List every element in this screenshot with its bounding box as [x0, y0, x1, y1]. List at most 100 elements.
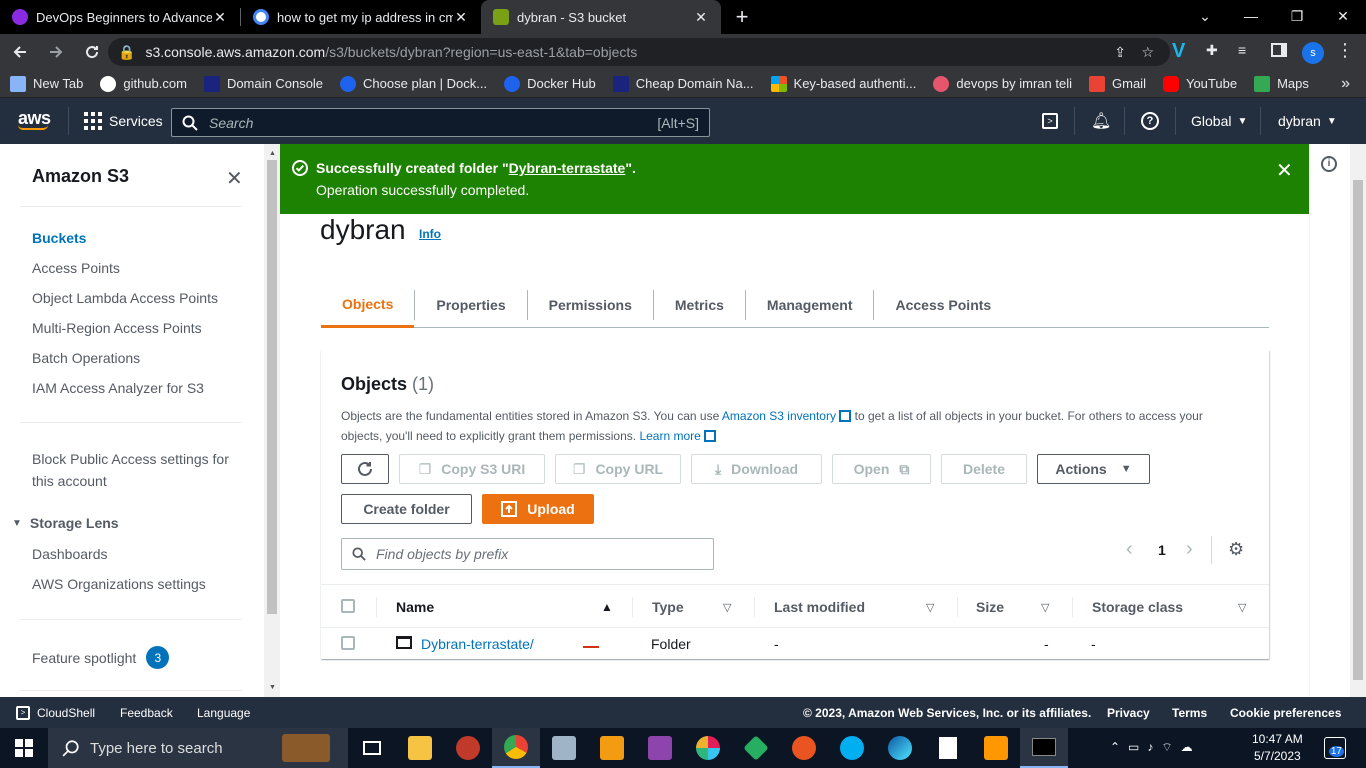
- sidebar-item-object-lambda[interactable]: Object Lambda Access Points: [32, 290, 218, 306]
- minimize-button[interactable]: —: [1228, 0, 1274, 32]
- find-objects-input[interactable]: Find objects by prefix: [341, 538, 714, 570]
- learn-more-link[interactable]: Learn more: [639, 429, 700, 443]
- actions-dropdown[interactable]: Actions ▼: [1037, 454, 1150, 484]
- page-number[interactable]: 1: [1158, 542, 1166, 558]
- sort-icon[interactable]: ▽: [723, 585, 731, 629]
- sidebar-item-batch-operations[interactable]: Batch Operations: [32, 350, 140, 366]
- column-header-type[interactable]: Type: [652, 585, 684, 629]
- reload-button[interactable]: [76, 36, 108, 68]
- chrome-button[interactable]: [492, 728, 540, 768]
- cookie-preferences-link[interactable]: Cookie preferences: [1230, 706, 1341, 720]
- column-header-last-modified[interactable]: Last modified: [774, 585, 865, 629]
- terms-link[interactable]: Terms: [1172, 706, 1207, 720]
- share-icon[interactable]: ⇪: [1114, 44, 1126, 61]
- sort-icon[interactable]: ▽: [926, 585, 934, 629]
- bookmark-gmail[interactable]: Gmail: [1089, 75, 1146, 92]
- services-menu[interactable]: Services: [84, 112, 163, 130]
- tab-access-points[interactable]: Access Points: [874, 290, 1012, 320]
- bell-icon[interactable]: 🔔︎: [1091, 111, 1111, 131]
- select-all-checkbox[interactable]: [341, 599, 355, 613]
- privacy-link[interactable]: Privacy: [1107, 706, 1150, 720]
- language-link[interactable]: Language: [197, 706, 250, 720]
- cloudshell-icon[interactable]: >: [1042, 113, 1058, 129]
- star-icon[interactable]: ☆: [1141, 44, 1154, 61]
- close-icon[interactable]: ✕: [693, 9, 709, 25]
- object-name-link[interactable]: Dybran-terrastate/: [421, 636, 534, 652]
- tab-properties[interactable]: Properties: [415, 290, 528, 320]
- bookmark-domain-console[interactable]: Domain Console: [203, 75, 323, 92]
- taskbar-search-box[interactable]: Type here to search: [48, 728, 348, 768]
- copy-s3-uri-button[interactable]: ❐ Copy S3 URI: [399, 454, 545, 484]
- back-button[interactable]: [4, 36, 36, 68]
- slack-button[interactable]: [684, 728, 732, 768]
- download-button[interactable]: ⤓ Download: [691, 454, 822, 484]
- forward-button[interactable]: [40, 36, 72, 68]
- app-button[interactable]: [636, 728, 684, 768]
- tab-permissions[interactable]: Permissions: [528, 290, 654, 320]
- close-window-button[interactable]: ✕: [1320, 0, 1366, 32]
- notification-center-button[interactable]: 17: [1324, 737, 1346, 759]
- restore-button[interactable]: ❐: [1274, 0, 1320, 32]
- menu-icon[interactable]: ⋮: [1336, 40, 1354, 61]
- aws-logo[interactable]: aws: [18, 108, 51, 130]
- flash-folder-link[interactable]: Dybran-terrastate: [509, 160, 626, 176]
- scroll-up-icon[interactable]: ▲: [269, 150, 276, 157]
- notepad-button[interactable]: [924, 728, 972, 768]
- browser-tab-s3[interactable]: dybran - S3 bucket ✕: [481, 0, 721, 34]
- sidebar-item-access-points[interactable]: Access Points: [32, 260, 120, 276]
- delete-button[interactable]: Delete: [941, 454, 1027, 484]
- bookmark-devops-imran[interactable]: devops by imran teli: [933, 75, 1072, 92]
- bookmark-github[interactable]: github.com: [100, 75, 187, 92]
- reading-list-icon[interactable]: ≡: [1238, 42, 1246, 58]
- sidebar-item-block-public-access[interactable]: Block Public Access settings for this ac…: [32, 451, 229, 489]
- chevron-right-icon[interactable]: ›: [1186, 538, 1193, 561]
- sidebar-scrollbar[interactable]: ▲ ▼: [264, 144, 280, 697]
- refresh-button[interactable]: [341, 454, 389, 484]
- gear-icon[interactable]: ⚙: [1228, 539, 1244, 560]
- bookmark-choose-plan[interactable]: Choose plan | Dock...: [340, 75, 487, 92]
- inventory-link[interactable]: Amazon S3 inventory: [722, 409, 836, 423]
- info-link[interactable]: Info: [419, 227, 441, 241]
- task-view-button[interactable]: [348, 728, 396, 768]
- region-selector[interactable]: Global ▼: [1191, 113, 1247, 129]
- sidebar-item-buckets[interactable]: Buckets: [32, 230, 86, 246]
- url-field[interactable]: 🔒 s3.console.aws.amazon.com/s3/buckets/d…: [108, 38, 1170, 66]
- close-icon[interactable]: ✕: [226, 166, 243, 191]
- row-checkbox[interactable]: [341, 636, 355, 650]
- vimeo-extension-icon[interactable]: V: [1172, 40, 1196, 64]
- sidebar-item-multi-region[interactable]: Multi-Region Access Points: [32, 320, 202, 336]
- sidebar-item-dashboards[interactable]: Dashboards: [32, 546, 108, 562]
- tab-objects[interactable]: Objects: [321, 283, 415, 328]
- browser-tab-devops[interactable]: DevOps Beginners to Advanced | ✕: [0, 0, 240, 34]
- account-menu[interactable]: dybran ▼: [1278, 113, 1337, 129]
- create-folder-button[interactable]: Create folder: [341, 494, 472, 524]
- new-tab-button[interactable]: +: [727, 2, 757, 32]
- tab-metrics[interactable]: Metrics: [654, 290, 746, 320]
- file-explorer-button[interactable]: [396, 728, 444, 768]
- sort-ascending-icon[interactable]: ▲: [601, 585, 613, 629]
- close-icon[interactable]: ✕: [1276, 158, 1293, 183]
- app-button[interactable]: [588, 728, 636, 768]
- app-button[interactable]: [444, 728, 492, 768]
- bookmark-youtube[interactable]: YouTube: [1162, 75, 1237, 92]
- windows-start-button[interactable]: [0, 728, 48, 768]
- info-icon[interactable]: i: [1321, 156, 1337, 172]
- sidebar-item-feature-spotlight[interactable]: Feature spotlight 3: [32, 646, 170, 669]
- scroll-down-icon[interactable]: ▼: [269, 684, 276, 691]
- bookmark-key-based[interactable]: Key-based authenti...: [770, 75, 916, 92]
- copy-url-button[interactable]: ❐ Copy URL: [555, 454, 681, 484]
- sort-icon[interactable]: ▽: [1041, 585, 1049, 629]
- taskbar-clock[interactable]: 10:47 AM 5/7/2023: [1252, 731, 1303, 765]
- sort-icon[interactable]: ▽: [1238, 585, 1246, 629]
- skype-button[interactable]: [828, 728, 876, 768]
- scrollbar-thumb[interactable]: [267, 160, 277, 614]
- profile-avatar[interactable]: s: [1302, 42, 1324, 64]
- feedback-link[interactable]: Feedback: [120, 706, 173, 720]
- more-bookmarks-icon[interactable]: »: [1341, 75, 1350, 93]
- chevron-left-icon[interactable]: ‹: [1126, 538, 1133, 561]
- sublime-button[interactable]: [972, 728, 1020, 768]
- app-button[interactable]: [732, 728, 780, 768]
- aws-search-input[interactable]: Search [Alt+S]: [171, 108, 710, 137]
- open-button[interactable]: Open ⧉: [832, 454, 931, 484]
- terminal-button[interactable]: [1020, 728, 1068, 768]
